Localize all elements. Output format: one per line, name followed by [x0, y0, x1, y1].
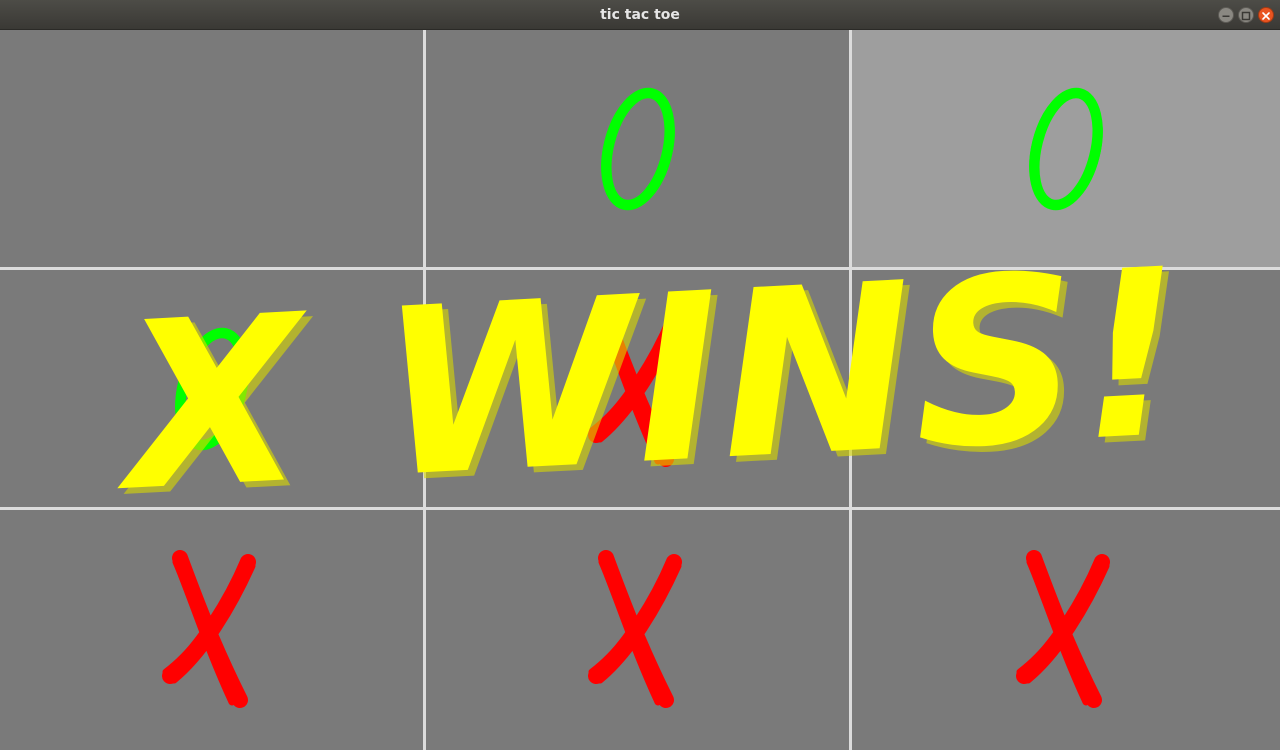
close-button[interactable]	[1258, 7, 1274, 23]
title-bar[interactable]: tic tac toe	[0, 0, 1280, 30]
maximize-icon	[1241, 11, 1251, 21]
o-mark-icon	[174, 327, 249, 450]
board-cell-top-center[interactable]	[426, 30, 849, 267]
board-cell-bottom-right[interactable]	[852, 510, 1280, 750]
board-cell-middle-right[interactable]	[852, 270, 1280, 507]
x-mark-icon	[161, 550, 256, 708]
x-mark-icon	[587, 308, 682, 467]
minimize-icon	[1222, 15, 1230, 17]
close-icon	[1262, 12, 1270, 20]
board-cell-center[interactable]	[426, 270, 849, 507]
x-mark-icon	[587, 550, 682, 708]
maximize-button[interactable]	[1238, 7, 1254, 23]
o-mark-icon	[600, 87, 675, 210]
game-window: tic tac toe X WINS! X WINS!	[0, 0, 1280, 750]
board-cell-bottom-left[interactable]	[0, 510, 423, 750]
x-mark-icon	[1016, 550, 1110, 708]
game-board	[0, 30, 1280, 750]
minimize-button[interactable]	[1218, 7, 1234, 23]
board-cell-top-left[interactable]	[0, 30, 423, 267]
o-mark-icon	[1029, 87, 1103, 210]
board-cell-top-right[interactable]	[852, 30, 1280, 267]
board-cell-middle-left[interactable]	[0, 270, 423, 507]
board-cell-bottom-center[interactable]	[426, 510, 849, 750]
window-title: tic tac toe	[600, 7, 680, 23]
